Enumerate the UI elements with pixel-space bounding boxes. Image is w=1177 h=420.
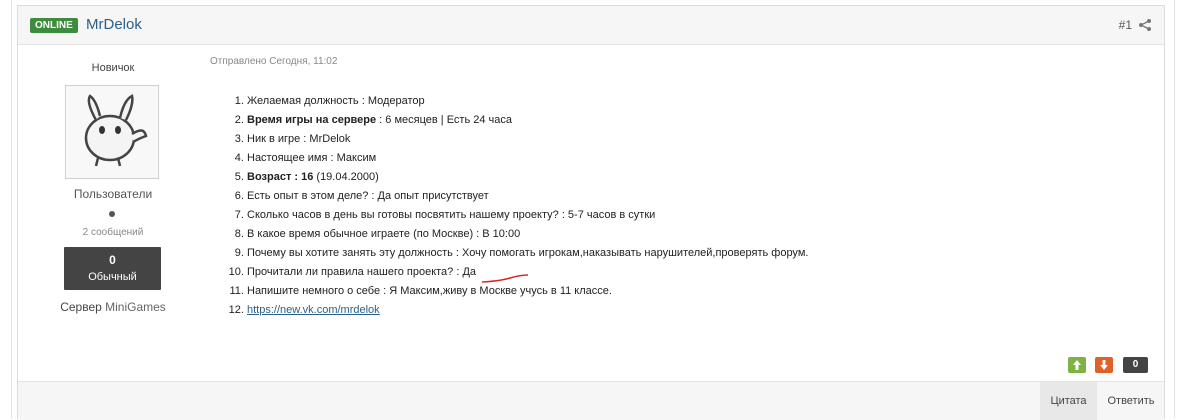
list-item: Прочитали ли правила нашего проекта? : Д… bbox=[247, 263, 947, 282]
author-posts-count: 2 сообщений bbox=[82, 227, 144, 238]
item-label: Есть опыт в этом деле? bbox=[247, 190, 369, 202]
item-label: Желаемая должность bbox=[247, 95, 359, 107]
forum-post: ONLINE MrDelok #1 Новичок Пользователи 2… bbox=[17, 5, 1165, 420]
post-header: ONLINE MrDelok #1 bbox=[18, 6, 1164, 45]
list-item: В какое время обычное играете (по Москве… bbox=[247, 225, 947, 244]
item-value: : Максим bbox=[327, 152, 377, 164]
application-answers: Желаемая должность : Модератор Время игр… bbox=[223, 92, 947, 320]
item-label: В какое время обычное играете (по Москве… bbox=[247, 228, 474, 240]
author-name-link[interactable]: MrDelok bbox=[86, 16, 142, 33]
page-border-left bbox=[11, 0, 12, 418]
item-value: : Модератор bbox=[358, 95, 425, 107]
author-server: Сервер MiniGames bbox=[18, 300, 208, 314]
arrow-down-icon bbox=[1100, 360, 1108, 370]
list-item: Сколько часов в день вы готовы посвятить… bbox=[247, 206, 947, 225]
avatar[interactable] bbox=[65, 85, 159, 179]
item-value: : 6 месяцев | Есть 24 часа bbox=[376, 114, 512, 126]
vote-count: 0 bbox=[1123, 357, 1148, 373]
item-label: Прочитали ли правила нашего проекта? bbox=[247, 266, 454, 278]
item-value: (19.04.2000) bbox=[313, 171, 379, 183]
item-value: : Я Максим,живу в Москве учусь в 11 клас… bbox=[380, 285, 612, 297]
online-badge: ONLINE bbox=[30, 18, 78, 33]
post-number-link[interactable]: #1 bbox=[1119, 18, 1132, 32]
item-label: Возраст : 16 bbox=[247, 171, 314, 183]
list-item: https://new.vk.com/mrdelok bbox=[247, 301, 947, 320]
list-item: Напишите немного о себе : Я Максим,живу … bbox=[247, 282, 947, 301]
list-item: Почему вы хотите занять эту должность : … bbox=[247, 244, 947, 263]
quote-button[interactable]: Цитата bbox=[1040, 382, 1097, 420]
posted-date: Отправлено Сегодня, 11:02 bbox=[210, 56, 338, 67]
reply-button[interactable]: Ответить bbox=[1098, 382, 1164, 420]
item-value: : В 10:00 bbox=[473, 228, 521, 240]
red-underline-mark bbox=[481, 274, 529, 283]
vote-down-button[interactable] bbox=[1095, 357, 1113, 373]
author-rank: Новичок bbox=[91, 62, 135, 74]
list-item: Желаемая должность : Модератор bbox=[247, 92, 947, 111]
reputation-badge: 0 Обычный bbox=[64, 247, 161, 290]
vk-profile-link[interactable]: https://new.vk.com/mrdelok bbox=[247, 304, 380, 316]
arrow-up-icon bbox=[1073, 360, 1081, 370]
item-label: Сколько часов в день вы готовы посвятить… bbox=[247, 209, 559, 221]
share-icon[interactable] bbox=[1138, 18, 1152, 32]
server-prefix: Сервер bbox=[60, 300, 106, 314]
item-value: : 5-7 часов в сутки bbox=[558, 209, 656, 221]
reputation-value: 0 bbox=[109, 253, 116, 267]
list-item: Есть опыт в этом деле? : Да опыт присутс… bbox=[247, 187, 947, 206]
item-label: Напишите немного о себе bbox=[247, 285, 381, 297]
reputation-label: Обычный bbox=[88, 271, 137, 283]
author-group: Пользователи bbox=[73, 187, 153, 201]
list-item: Настоящее имя : Максим bbox=[247, 149, 947, 168]
status-dot bbox=[109, 211, 115, 217]
server-name: MiniGames bbox=[105, 300, 166, 314]
item-label: Ник в игре bbox=[247, 133, 301, 145]
item-value: : Да bbox=[453, 266, 477, 278]
list-item: Время игры на сервере : 6 месяцев | Есть… bbox=[247, 111, 947, 130]
item-value: : Хочу помогать игрокам,наказывать наруш… bbox=[452, 247, 809, 259]
list-item: Возраст : 16 (19.04.2000) bbox=[247, 168, 947, 187]
post-footer: Цитата Ответить bbox=[18, 381, 1164, 420]
item-label: Настоящее имя bbox=[247, 152, 328, 164]
page-border-right bbox=[1174, 0, 1175, 418]
item-value: : Да опыт присутствует bbox=[368, 190, 489, 202]
item-value: : MrDelok bbox=[300, 133, 351, 145]
item-label: Время игры на сервере bbox=[247, 114, 377, 126]
vote-up-button[interactable] bbox=[1068, 357, 1086, 373]
list-item: Ник в игре : MrDelok bbox=[247, 130, 947, 149]
item-label: Почему вы хотите занять эту должность bbox=[247, 247, 453, 259]
avatar-creature-image bbox=[84, 94, 148, 167]
